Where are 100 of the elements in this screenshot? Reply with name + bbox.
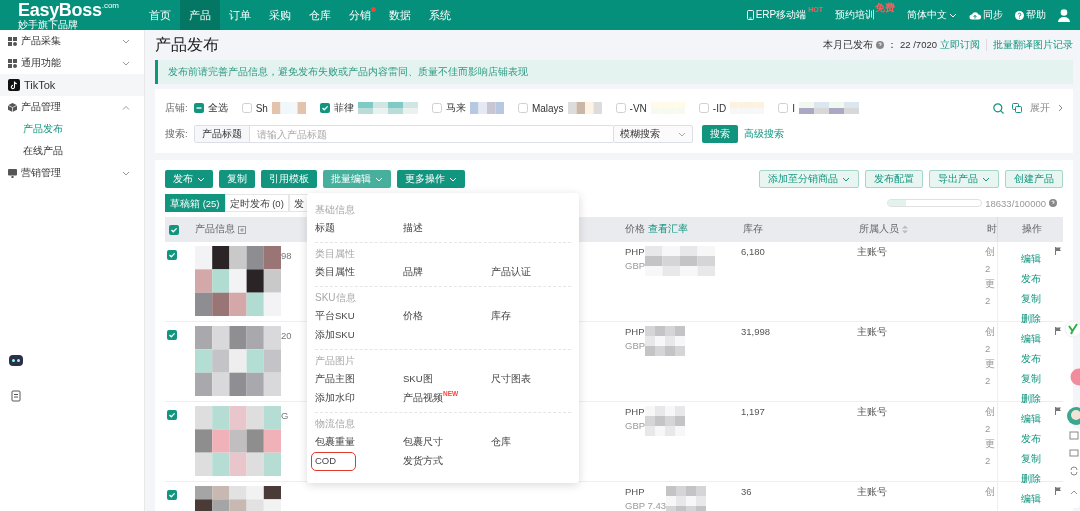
checkbox[interactable] xyxy=(517,103,528,113)
nav-tab[interactable]: 系统 xyxy=(420,0,460,30)
menu-item[interactable]: 产品认证 xyxy=(491,265,531,280)
nav-tab[interactable]: 订单 xyxy=(220,0,260,30)
nav-link[interactable]: ERP移动端 xyxy=(755,8,807,22)
checkbox[interactable] xyxy=(169,224,179,235)
checkbox[interactable] xyxy=(698,103,709,113)
nav-link[interactable]: 预约培训 xyxy=(835,8,875,22)
menu-item[interactable]: 包裹重量 xyxy=(315,435,355,450)
nav-link[interactable]: 帮助 xyxy=(1026,8,1046,22)
sidebar-item[interactable]: 在线产品 xyxy=(0,140,144,162)
sidebar-item[interactable]: 产品采集 xyxy=(0,30,144,52)
search-icon[interactable] xyxy=(993,102,1004,114)
flag-icon[interactable] xyxy=(1055,487,1061,495)
tab[interactable]: 草稿箱 (25) xyxy=(165,194,225,212)
toolbar-button[interactable]: 创建产品 xyxy=(1005,170,1063,188)
menu-item[interactable]: 品牌 xyxy=(403,265,423,280)
action-link[interactable]: 编辑 xyxy=(1020,333,1041,346)
sidebar-item[interactable]: 产品发布 xyxy=(0,118,144,140)
toolbar-button[interactable]: 更多操作 xyxy=(397,170,465,188)
nav-tab[interactable]: 首页 xyxy=(140,0,180,30)
toolbar-button[interactable]: 复制 xyxy=(219,170,255,188)
checkbox[interactable] xyxy=(778,103,789,113)
table-cell: 主账号 xyxy=(857,322,985,402)
expand-link[interactable]: 展开 xyxy=(1030,101,1050,115)
search-button[interactable]: 搜索 xyxy=(701,125,738,143)
mode-dropdown[interactable]: 模糊搜索 xyxy=(612,125,693,143)
nav-tab[interactable]: 产品 xyxy=(180,0,220,30)
checkbox[interactable] xyxy=(167,330,177,340)
toolbar-button[interactable]: 批量编辑 xyxy=(323,170,391,188)
menu-item[interactable]: COD xyxy=(313,454,355,469)
sidebar-item[interactable]: 产品管理 xyxy=(0,96,144,118)
menu-item[interactable]: 类目属性 xyxy=(315,265,355,280)
chevron-icon xyxy=(949,12,957,18)
badge-label: 免费 xyxy=(875,1,895,13)
action-link[interactable]: 删除 xyxy=(1020,393,1041,406)
nav-tab[interactable]: 分销 xyxy=(340,0,380,30)
tab[interactable]: 定时发布 (0) xyxy=(224,194,289,212)
menu-item[interactable]: 尺寸图表 xyxy=(491,372,531,387)
brand-icon[interactable] xyxy=(1064,320,1080,338)
checkbox[interactable] xyxy=(615,103,626,113)
menu-item[interactable]: 平台SKU xyxy=(315,309,355,324)
sidebar-item[interactable]: 通用功能 xyxy=(0,52,144,74)
expand-icon[interactable] xyxy=(238,225,246,234)
subscribe-link[interactable]: 立即订阅 xyxy=(940,38,980,52)
checkbox[interactable] xyxy=(167,250,177,260)
menu-item[interactable]: 仓库 xyxy=(491,435,511,450)
nav-tab[interactable]: 仓库 xyxy=(300,0,340,30)
checkbox[interactable] xyxy=(167,490,177,500)
toolbar-button[interactable]: 引用模板 xyxy=(261,170,317,188)
toolbar-button[interactable]: 添加至分销商品 xyxy=(759,170,859,188)
menu-item[interactable]: 描述 xyxy=(403,221,423,236)
toolbar-button[interactable]: 发布 xyxy=(165,170,213,188)
action-link[interactable]: 删除 xyxy=(1020,313,1041,326)
action-link[interactable]: 删除 xyxy=(1020,473,1041,486)
sidebar-item[interactable]: TikTok xyxy=(0,74,144,96)
checkbox[interactable] xyxy=(319,103,330,113)
toolbar-drawing[interactable] xyxy=(1068,428,1080,508)
nav-link[interactable]: 简体中文 xyxy=(907,8,947,22)
menu-item[interactable]: SKU图 xyxy=(403,372,433,387)
action-link[interactable]: 编辑 xyxy=(1020,493,1041,506)
tab[interactable]: 发 xyxy=(288,194,309,212)
avatar-icon[interactable] xyxy=(1066,406,1080,426)
user-icon[interactable] xyxy=(1058,8,1070,22)
records-link[interactable]: 批量翻译图片记录 xyxy=(993,38,1073,52)
advanced-search-link[interactable]: 高级搜索 xyxy=(743,127,784,141)
toolbar-button[interactable]: 发布配置 xyxy=(865,170,923,188)
menu-item[interactable]: 发货方式 xyxy=(403,454,443,469)
menu-item[interactable]: 价格 xyxy=(403,309,423,324)
action-link[interactable]: 复制 xyxy=(1020,453,1041,466)
checkbox[interactable] xyxy=(193,103,204,113)
flag-icon[interactable] xyxy=(1055,247,1061,255)
action-link[interactable]: 复制 xyxy=(1020,293,1041,306)
menu-item[interactable]: 库存 xyxy=(491,309,511,324)
action-link[interactable]: 发布 xyxy=(1020,353,1041,366)
action-link[interactable]: 编辑 xyxy=(1020,413,1041,426)
flag-icon[interactable] xyxy=(1055,407,1061,415)
nav-tab[interactable]: 采购 xyxy=(260,0,300,30)
sidebar-item[interactable]: 营销管理 xyxy=(0,162,144,184)
checkbox[interactable] xyxy=(431,103,442,113)
column-header: 所属人员 xyxy=(859,223,899,236)
action-link[interactable]: 发布 xyxy=(1020,433,1041,446)
menu-item[interactable]: 产品视频$^{NEW}$ xyxy=(403,391,459,406)
exchange-rate-link[interactable]: 查看汇率 xyxy=(648,223,688,236)
nav-tab[interactable]: 数据 xyxy=(380,0,420,30)
checkbox[interactable] xyxy=(167,410,177,420)
action-link[interactable]: 复制 xyxy=(1020,373,1041,386)
action-link[interactable]: 发布 xyxy=(1020,273,1041,286)
nav-link[interactable]: 同步 xyxy=(983,8,1003,22)
action-link[interactable]: 编辑 xyxy=(1020,253,1041,266)
copy-icon[interactable] xyxy=(1012,103,1022,113)
toolbar-button[interactable]: 导出产品 xyxy=(929,170,999,188)
search-field[interactable]: 产品标题 请输入产品标题 xyxy=(193,125,614,143)
menu-item[interactable]: 添加SKU xyxy=(315,328,355,343)
checkbox[interactable] xyxy=(241,103,252,113)
menu-item[interactable]: 标题 xyxy=(315,221,335,236)
menu-item[interactable]: 添加水印 xyxy=(315,391,355,406)
menu-item[interactable]: 包裹尺寸 xyxy=(403,435,443,450)
flag-icon[interactable] xyxy=(1055,327,1061,335)
menu-item[interactable]: 产品主图 xyxy=(315,372,355,387)
